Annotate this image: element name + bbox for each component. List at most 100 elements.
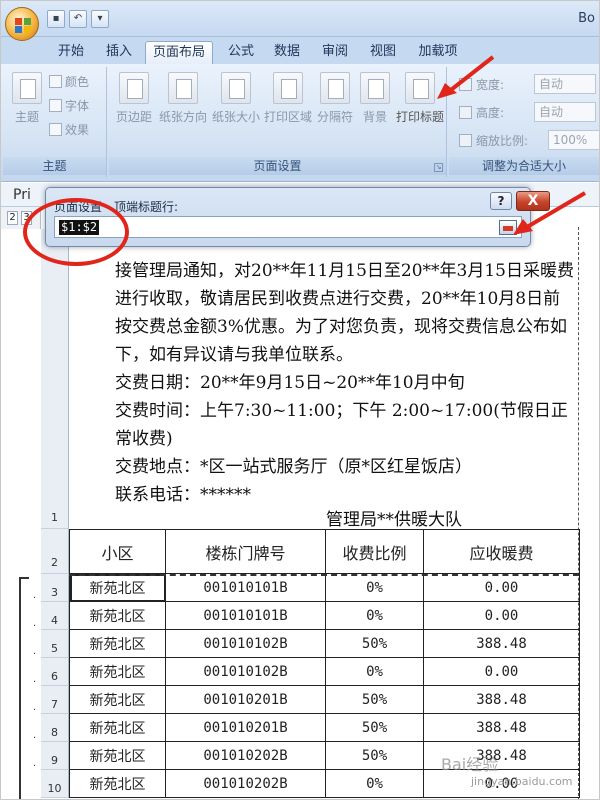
colors-icon bbox=[49, 75, 62, 88]
orientation-button[interactable]: 纸张方向 bbox=[157, 72, 209, 125]
print-area-button[interactable]: 打印区域 bbox=[263, 72, 313, 125]
cell-rate[interactable]: 0% bbox=[325, 657, 424, 686]
tab-formulas[interactable]: 公式 bbox=[221, 41, 261, 64]
watermark-logo: Bai经验 bbox=[441, 755, 499, 774]
row-header-2[interactable]: 2 bbox=[41, 529, 69, 574]
name-box[interactable]: Pri bbox=[13, 187, 31, 203]
row-header-6[interactable]: 6 bbox=[41, 658, 69, 686]
cell-community[interactable]: 新苑北区 bbox=[69, 601, 166, 630]
watermark-url: jingyan.baidu.com bbox=[471, 775, 573, 788]
column-header-community[interactable]: 小区 bbox=[69, 529, 166, 574]
cell-rate[interactable]: 50% bbox=[325, 741, 424, 770]
row-header-1[interactable]: 1 bbox=[41, 229, 69, 529]
table-header-row: 小区 楼栋门牌号 收费比例 应收暖费 bbox=[69, 529, 580, 574]
paper-size-button[interactable]: 纸张大小 bbox=[211, 72, 261, 125]
table-row: 新苑北区 001010102B 0% 0.00 bbox=[69, 657, 580, 686]
margins-icon bbox=[119, 72, 149, 104]
cell-building[interactable]: 001010202B bbox=[165, 769, 326, 798]
organization-name: 管理局**供暖大队 bbox=[326, 510, 462, 530]
paper-size-icon bbox=[221, 72, 251, 104]
row-header-5[interactable]: 5 bbox=[41, 630, 69, 658]
row-header-7[interactable]: 7 bbox=[41, 686, 69, 714]
themes-button[interactable]: 主题 bbox=[7, 72, 47, 125]
cell-building[interactable]: 001010202B bbox=[165, 741, 326, 770]
column-header-building[interactable]: 楼栋门牌号 bbox=[165, 529, 326, 574]
cell-community[interactable]: 新苑北区 bbox=[69, 769, 166, 798]
cell-rate[interactable]: 0% bbox=[325, 601, 424, 630]
cell-building[interactable]: 001010201B bbox=[165, 713, 326, 742]
save-icon[interactable]: ▪ bbox=[47, 10, 65, 28]
tab-review[interactable]: 审阅 bbox=[315, 41, 355, 64]
theme-colors-button[interactable]: 颜色 bbox=[49, 73, 89, 90]
notice-paragraph: 接管理局通知，对20**年11月15日至20**年3月15日采暖费进行收取，敬请… bbox=[115, 261, 574, 365]
cell-fee[interactable]: 388.48 bbox=[423, 713, 580, 742]
cell-rate[interactable]: 50% bbox=[325, 685, 424, 714]
office-logo-icon bbox=[15, 18, 31, 33]
table-row: 新苑北区 001010101B 0% 0.00 bbox=[69, 573, 580, 602]
outline-dots: · · · · · · · bbox=[33, 593, 37, 772]
column-header-fee[interactable]: 应收暖费 bbox=[423, 529, 580, 574]
fee-table: 小区 楼栋门牌号 收费比例 应收暖费 新苑北区 001010101B 0% 0.… bbox=[69, 529, 580, 798]
column-header-rate[interactable]: 收费比例 bbox=[325, 529, 424, 574]
cell-rate[interactable]: 0% bbox=[325, 769, 424, 798]
cell-community[interactable]: 新苑北区 bbox=[69, 657, 166, 686]
table-row: 新苑北区 001010201B 50% 388.48 bbox=[69, 685, 580, 714]
cell-fee[interactable]: 0.00 bbox=[423, 601, 580, 630]
cell-community[interactable]: 新苑北区 bbox=[69, 629, 166, 658]
cell-community[interactable]: 新苑北区 bbox=[69, 685, 166, 714]
theme-effects-button[interactable]: 效果 bbox=[49, 121, 89, 138]
table-row: 新苑北区 001010102B 50% 388.48 bbox=[69, 629, 580, 658]
cell-community[interactable]: 新苑北区 bbox=[69, 713, 166, 742]
cell-community[interactable]: 新苑北区 bbox=[69, 573, 166, 602]
tab-page-layout[interactable]: 页面布局 bbox=[145, 41, 213, 64]
office-button[interactable] bbox=[5, 7, 39, 41]
quick-access-toolbar: ▪ ↶ ▾ bbox=[47, 10, 109, 28]
theme-fonts-button[interactable]: 字体 bbox=[49, 97, 89, 114]
notice-place: 交费地点：*区一站式服务厅（原*区红星饭店） bbox=[115, 457, 472, 477]
cell-rate[interactable]: 0% bbox=[325, 573, 424, 602]
cell-fee[interactable]: 388.48 bbox=[423, 685, 580, 714]
annotation-arrow-print-titles bbox=[437, 55, 495, 99]
title-bar: ▪ ↶ ▾ Bo bbox=[1, 1, 599, 37]
row-header-3[interactable]: 3 bbox=[41, 574, 69, 602]
effects-icon bbox=[49, 123, 62, 136]
row-header-4[interactable]: 4 bbox=[41, 602, 69, 630]
cell-building[interactable]: 001010101B bbox=[165, 601, 326, 630]
cell-building[interactable]: 001010101B bbox=[165, 573, 326, 602]
print-area-icon bbox=[273, 72, 303, 104]
notice-phone: 联系电话：****** bbox=[115, 485, 251, 505]
table-row: 新苑北区 001010101B 0% 0.00 bbox=[69, 601, 580, 630]
tab-data[interactable]: 数据 bbox=[267, 41, 307, 64]
undo-icon[interactable]: ↶ bbox=[69, 10, 87, 28]
outline-group-bracket[interactable] bbox=[19, 577, 29, 799]
group-label-page-setup: 页面设置 bbox=[109, 157, 446, 175]
cell-rate[interactable]: 50% bbox=[325, 629, 424, 658]
cell-community[interactable]: 新苑北区 bbox=[69, 741, 166, 770]
excel-window: ▪ ↶ ▾ Bo 开始 插入 页面布局 公式 数据 审阅 视图 加载项 主题 颜… bbox=[0, 0, 600, 800]
tab-insert[interactable]: 插入 bbox=[99, 41, 139, 64]
table-row: 新苑北区 001010201B 50% 388.48 bbox=[69, 713, 580, 742]
cell-building[interactable]: 001010102B bbox=[165, 629, 326, 658]
group-label-themes: 主题 bbox=[3, 157, 106, 175]
margins-button[interactable]: 页边距 bbox=[115, 72, 153, 125]
page-setup-launcher-icon[interactable]: ↘ bbox=[434, 163, 443, 172]
row-header-8[interactable]: 8 bbox=[41, 714, 69, 742]
ribbon: 主题 颜色 字体 效果 主题 页边距 纸张方向 纸张大小 打印区域 分隔符 背景… bbox=[1, 64, 599, 182]
breaks-button[interactable]: 分隔符 bbox=[315, 72, 355, 125]
cell-fee[interactable]: 0.00 bbox=[423, 573, 580, 602]
cell-fee[interactable]: 388.48 bbox=[423, 629, 580, 658]
background-button[interactable]: 背景 bbox=[357, 72, 393, 125]
outline-level-2-button[interactable]: 2 bbox=[7, 211, 18, 225]
row-header-9[interactable]: 9 bbox=[41, 742, 69, 770]
tab-view[interactable]: 视图 bbox=[363, 41, 403, 64]
customize-qat-icon[interactable]: ▾ bbox=[91, 10, 109, 28]
cell-rate[interactable]: 50% bbox=[325, 713, 424, 742]
ribbon-tabs: 开始 插入 页面布局 公式 数据 审阅 视图 加载项 bbox=[1, 37, 599, 64]
cell-building[interactable]: 001010102B bbox=[165, 657, 326, 686]
cell-fee[interactable]: 0.00 bbox=[423, 657, 580, 686]
background-icon bbox=[360, 72, 390, 104]
title-rows-marquee bbox=[69, 574, 579, 576]
tab-home[interactable]: 开始 bbox=[51, 41, 91, 64]
row-header-10[interactable]: 10 bbox=[41, 770, 69, 798]
cell-building[interactable]: 001010201B bbox=[165, 685, 326, 714]
